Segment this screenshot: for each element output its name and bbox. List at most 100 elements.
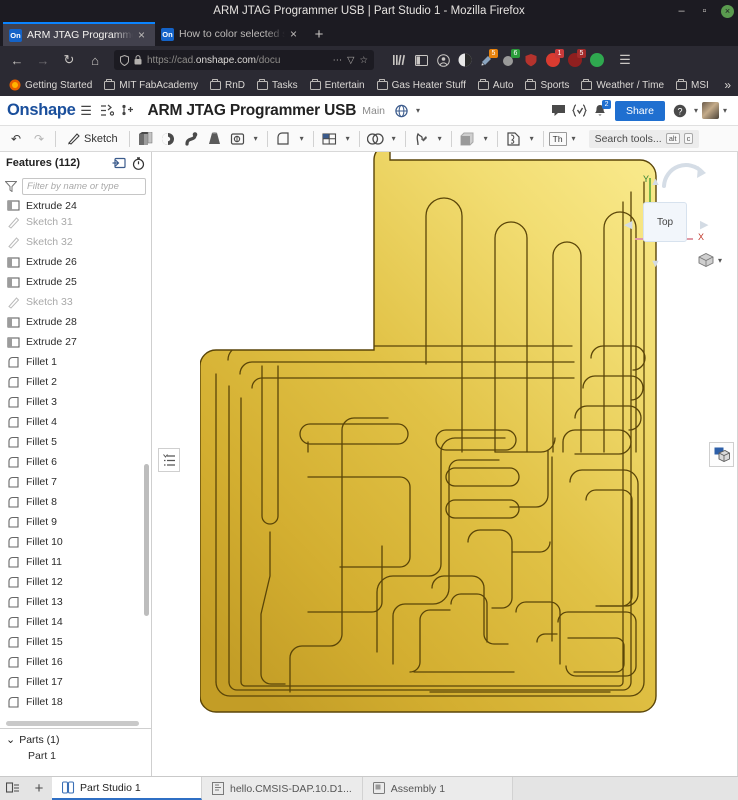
reader-mode-icon[interactable]: ▽: [347, 55, 354, 66]
address-bar[interactable]: https://cad.onshape.com/docu ⋯ ▽ ☆: [114, 50, 374, 70]
feature-row-fillet-2[interactable]: Fillet 2: [0, 372, 151, 392]
rotate-right-arrow-icon[interactable]: ▶: [700, 218, 708, 231]
display-panel-button[interactable]: [709, 442, 734, 467]
revolve-tool-icon[interactable]: [158, 128, 180, 150]
help-icon[interactable]: ?: [669, 100, 690, 122]
bookmark-entertain[interactable]: Entertain: [305, 79, 370, 92]
red-circle-extension-icon[interactable]: 1: [543, 49, 564, 70]
undo-button[interactable]: ↶: [5, 128, 27, 150]
tab-manager-icon[interactable]: [0, 777, 26, 800]
hole-tool-chevron-icon[interactable]: ▾: [250, 128, 262, 150]
hole-tool-icon[interactable]: [227, 128, 249, 150]
back-icon[interactable]: ←: [5, 49, 29, 71]
home-icon[interactable]: ⌂: [83, 49, 107, 71]
feature-tree-horizontal-scrollbar[interactable]: [6, 721, 139, 726]
sweep-tool-icon[interactable]: [181, 128, 203, 150]
model-viewport[interactable]: ▲ ◀ ▶ ▼ Y X Top ▾: [152, 152, 738, 776]
bookmark-tasks[interactable]: Tasks: [252, 79, 303, 92]
account-dropdown-chevron-icon[interactable]: ▾: [719, 100, 731, 122]
feature-row-fillet-12[interactable]: Fillet 12: [0, 572, 151, 592]
thickness-tool-chevron-icon[interactable]: ▾: [568, 128, 580, 150]
translate-extension-icon[interactable]: 6: [499, 49, 520, 70]
feature-row-fillet-7[interactable]: Fillet 7: [0, 472, 151, 492]
reload-icon[interactable]: ↻: [57, 49, 81, 71]
thickness-tool-button[interactable]: Th: [548, 131, 567, 146]
new-tab-button[interactable]: +: [307, 22, 331, 46]
add-feature-icon[interactable]: [112, 157, 126, 169]
feature-row-fillet-9[interactable]: Fillet 9: [0, 512, 151, 532]
browser-tab-1-close-icon[interactable]: ×: [138, 28, 148, 42]
tab-assembly-1[interactable]: Assembly 1: [362, 777, 513, 800]
feature-list-flyout-button[interactable]: [158, 448, 180, 472]
parts-collapse-chevron-icon[interactable]: ⌄: [6, 733, 15, 746]
view-selector-chevron-icon[interactable]: ▾: [718, 256, 722, 265]
globe-icon[interactable]: [391, 100, 412, 122]
maximize-button[interactable]: ▫: [698, 5, 711, 18]
feature-row-fillet-16[interactable]: Fillet 16: [0, 652, 151, 672]
search-tools-input[interactable]: Search tools... alt c: [588, 129, 700, 148]
forward-icon[interactable]: →: [31, 49, 55, 71]
feature-row-fillet-17[interactable]: Fillet 17: [0, 672, 151, 692]
bookmark-mit-fabacademy[interactable]: MIT FabAcademy: [99, 79, 203, 92]
fillet-tool-icon[interactable]: [273, 128, 295, 150]
feature-row-fillet-18[interactable]: Fillet 18: [0, 692, 151, 712]
avatar[interactable]: [702, 102, 719, 119]
validate-icon[interactable]: [569, 100, 590, 122]
shell-tool-icon[interactable]: [457, 128, 479, 150]
rotate-left-arrow-icon[interactable]: ◀: [624, 218, 632, 231]
feature-row-fillet-1[interactable]: Fillet 1: [0, 352, 151, 372]
shell-tool-chevron-icon[interactable]: ▾: [480, 128, 492, 150]
fillet-tool-chevron-icon[interactable]: ▾: [296, 128, 308, 150]
ublock-origin-extension-icon[interactable]: [455, 50, 475, 70]
notes-extension-icon[interactable]: 5: [477, 49, 498, 70]
feature-row-sketch-31[interactable]: Sketch 31: [0, 212, 151, 232]
feature-row-fillet-4[interactable]: Fillet 4: [0, 412, 151, 432]
boolean-tool-icon[interactable]: [365, 128, 387, 150]
comment-icon[interactable]: [548, 100, 569, 122]
rollback-timer-icon[interactable]: [132, 156, 145, 170]
bookmarks-overflow-icon[interactable]: »: [724, 78, 734, 92]
feature-row-fillet-13[interactable]: Fillet 13: [0, 592, 151, 612]
feature-row-extrude-26[interactable]: Extrude 26: [0, 252, 151, 272]
feature-row-fillet-14[interactable]: Fillet 14: [0, 612, 151, 632]
feature-row-fillet-5[interactable]: Fillet 5: [0, 432, 151, 452]
parts-header[interactable]: ⌄ Parts (1): [6, 733, 151, 747]
transform-tool-chevron-icon[interactable]: ▾: [526, 128, 538, 150]
feature-row-extrude-24[interactable]: Extrude 24: [0, 199, 151, 212]
funnel-icon[interactable]: [5, 180, 17, 192]
globe-dropdown-chevron-icon[interactable]: ▾: [412, 100, 424, 122]
browser-tab-1[interactable]: On ARM JTAG Programmer US ×: [3, 22, 155, 46]
feature-row-fillet-3[interactable]: Fillet 3: [0, 392, 151, 412]
feature-row-fillet-15[interactable]: Fillet 15: [0, 632, 151, 652]
rib-pattern-tool-icon[interactable]: [319, 128, 341, 150]
bookmark-auto[interactable]: Auto: [473, 79, 519, 92]
rotate-up-arrow-icon[interactable]: ▲: [650, 176, 661, 188]
close-button[interactable]: ×: [721, 4, 734, 18]
bookmark-gas-heater-stuff[interactable]: Gas Heater Stuff: [372, 79, 471, 92]
add-tab-button[interactable]: +: [26, 777, 52, 800]
view-cube-top-face[interactable]: Top: [643, 202, 687, 242]
feature-row-extrude-27[interactable]: Extrude 27: [0, 332, 151, 352]
rotate-down-arrow-icon[interactable]: ▼: [650, 258, 661, 270]
browser-tab-2-close-icon[interactable]: ×: [290, 27, 300, 41]
app-menu-icon[interactable]: ☰: [76, 100, 97, 122]
feature-filter-input[interactable]: Filter by name or type: [22, 177, 146, 195]
bookmark-msi[interactable]: MSI: [671, 79, 714, 92]
feature-row-sketch-33[interactable]: Sketch 33: [0, 292, 151, 312]
draft-tool-chevron-icon[interactable]: ▾: [434, 128, 446, 150]
bookmark-getting-started[interactable]: Getting Started: [4, 78, 97, 92]
sketch-button[interactable]: Sketch: [61, 132, 124, 145]
hamburger-menu-icon[interactable]: ☰: [613, 49, 637, 71]
bookmark-rnd[interactable]: RnD: [205, 79, 250, 92]
loft-tool-icon[interactable]: [204, 128, 226, 150]
feature-row-sketch-32[interactable]: Sketch 32: [0, 232, 151, 252]
feature-row-fillet-11[interactable]: Fillet 11: [0, 552, 151, 572]
view-orientation-selector[interactable]: ▾: [697, 252, 722, 268]
green-extension-icon[interactable]: [587, 50, 607, 70]
versions-icon[interactable]: [118, 100, 139, 122]
page-actions-icon[interactable]: ⋯: [333, 55, 343, 66]
extrude-tool-icon[interactable]: [135, 128, 157, 150]
bookmark-sports[interactable]: Sports: [520, 79, 574, 92]
draft-tool-icon[interactable]: [411, 128, 433, 150]
rib-pattern-chevron-icon[interactable]: ▾: [342, 128, 354, 150]
